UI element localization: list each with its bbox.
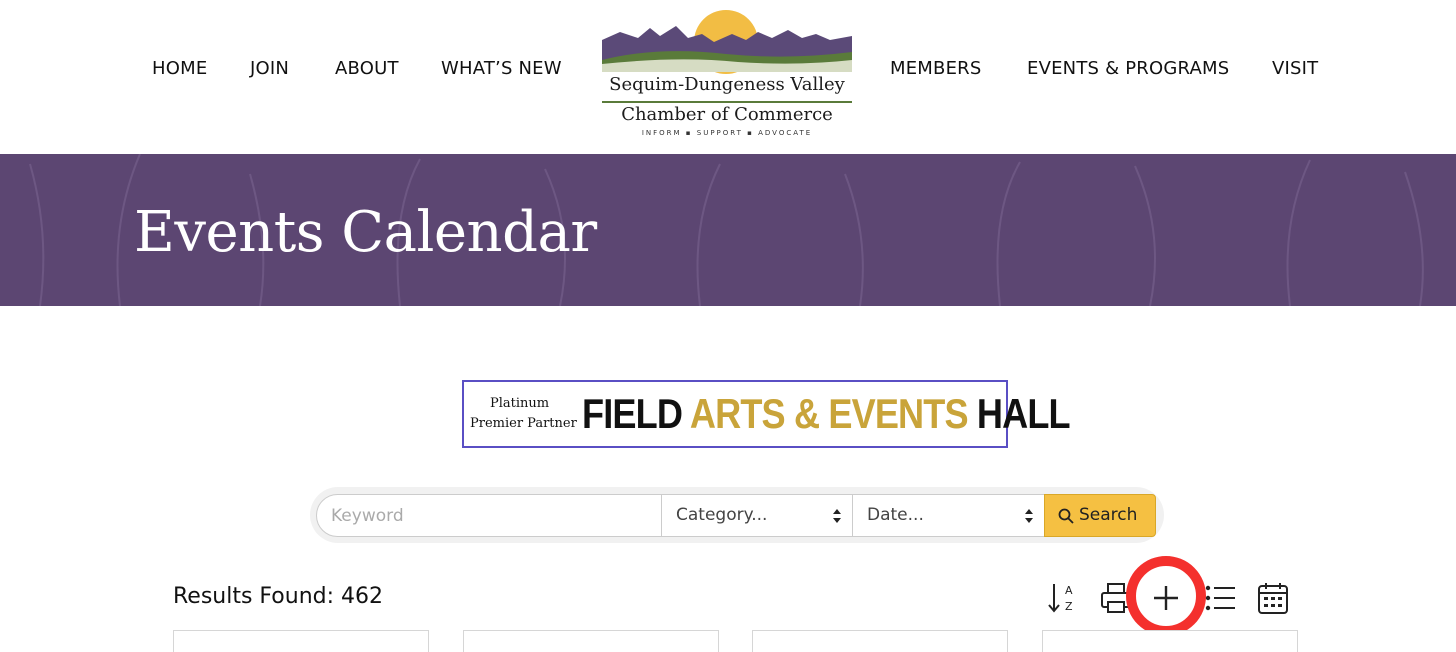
nav-whats-new[interactable]: WHAT’S NEW (441, 58, 562, 79)
nav-events-programs[interactable]: EVENTS & PROGRAMS (1027, 58, 1229, 79)
event-card[interactable] (752, 630, 1008, 652)
results-number: 462 (341, 584, 384, 609)
partner-tier-line2: Premier Partner (470, 416, 577, 431)
select-arrows-icon (1025, 509, 1033, 523)
chamber-logo[interactable]: Sequim-Dungeness Valley Chamber of Comme… (598, 8, 856, 140)
svg-text:A: A (1065, 584, 1073, 597)
partner-brand-word1: FIELD (582, 390, 683, 437)
add-icon[interactable] (1148, 580, 1184, 616)
results-count: Results Found: 462 (173, 584, 383, 609)
date-select[interactable]: Date... (852, 494, 1045, 537)
category-select-label: Category... (676, 505, 768, 525)
partner-tier-line1: Platinum (490, 396, 550, 411)
nav-home[interactable]: HOME (152, 58, 207, 79)
nav-visit[interactable]: VISIT (1272, 58, 1318, 79)
event-card[interactable] (173, 630, 429, 652)
logo-name-line2: Chamber of Commerce (621, 104, 833, 125)
list-view-icon[interactable] (1202, 580, 1238, 616)
event-card[interactable] (1042, 630, 1298, 652)
search-button-label: Search (1079, 505, 1138, 525)
nav-join[interactable]: JOIN (250, 58, 289, 79)
date-select-label: Date... (867, 505, 924, 525)
keyword-input[interactable] (316, 494, 662, 537)
event-card[interactable] (463, 630, 719, 652)
calendar-view-icon[interactable] (1255, 580, 1291, 616)
sort-az-icon[interactable]: A Z (1046, 580, 1082, 616)
logo-divider (602, 101, 852, 103)
search-icon (1058, 508, 1074, 524)
svg-text:Z: Z (1065, 600, 1073, 613)
page-banner: Events Calendar (0, 154, 1456, 306)
category-select[interactable]: Category... (661, 494, 853, 537)
select-arrows-icon (833, 509, 841, 523)
nav-members[interactable]: MEMBERS (890, 58, 982, 79)
search-button[interactable]: Search (1044, 494, 1156, 537)
logo-tagline: INFORM ▪ SUPPORT ▪ ADVOCATE (641, 129, 813, 137)
logo-landscape-icon (602, 10, 852, 74)
partner-ad-banner[interactable]: Platinum Premier Partner FIELD ARTS & EV… (462, 380, 1071, 448)
partner-brand: FIELD ARTS & EVENTS HALL (582, 390, 1071, 438)
partner-brand-word2: ARTS & EVENTS (689, 390, 969, 437)
results-label: Results Found: (173, 584, 335, 609)
site-header: HOME JOIN ABOUT WHAT’S NEW Sequim-Dungen… (0, 0, 1456, 154)
page-title: Events Calendar (134, 200, 597, 265)
nav-about[interactable]: ABOUT (335, 58, 399, 79)
partner-brand-word3: HALL (976, 390, 1071, 437)
logo-name-line1: Sequim-Dungeness Valley (609, 74, 845, 95)
